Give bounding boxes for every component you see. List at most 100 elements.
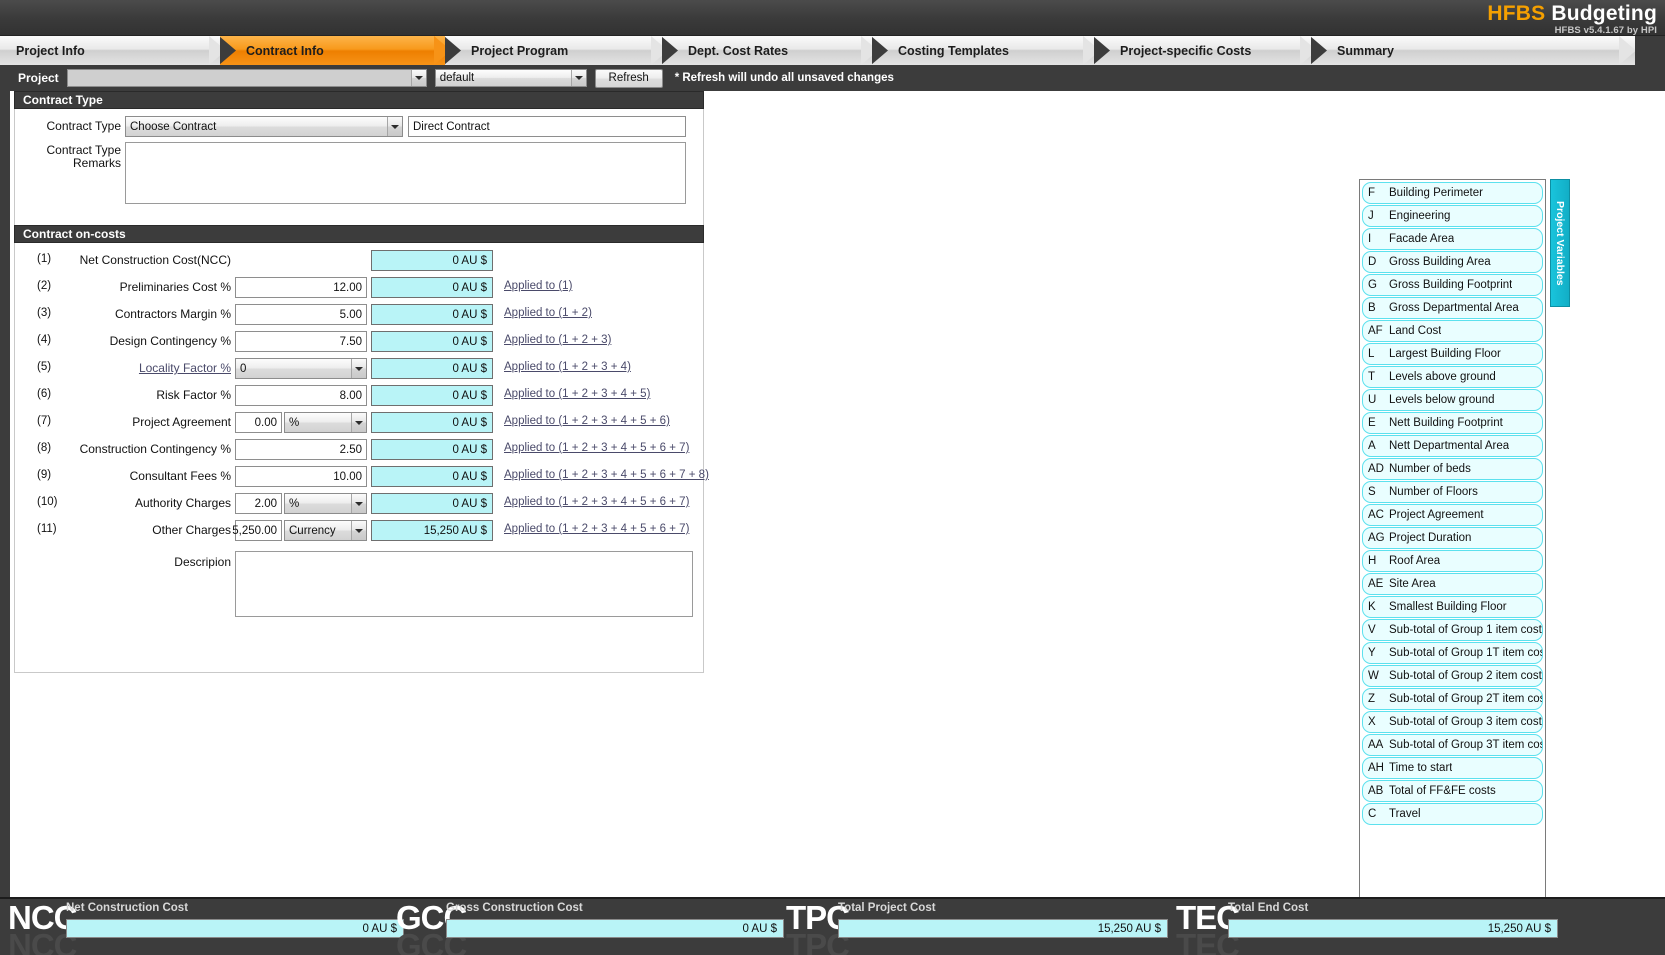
oncost-row-unit-value: Currency bbox=[289, 524, 336, 537]
project-variable-name: Nett Building Footprint bbox=[1389, 417, 1503, 429]
project-select[interactable] bbox=[66, 69, 427, 87]
project-variable-name: Roof Area bbox=[1389, 555, 1441, 567]
project-variable-item[interactable]: G Gross Building Footprint bbox=[1362, 274, 1543, 296]
oncost-row-applied-link[interactable]: Applied to (1 + 2 + 3 + 4 + 5 + 6 + 7) bbox=[504, 523, 689, 535]
project-variable-item[interactable]: AF Land Cost bbox=[1362, 320, 1543, 342]
nav-tab-summary[interactable]: Summary bbox=[1311, 36, 1635, 65]
project-variable-item[interactable]: B Gross Departmental Area bbox=[1362, 297, 1543, 319]
oncost-row-input[interactable]: 0.00 bbox=[235, 412, 282, 433]
oncost-row-input[interactable]: 5,250.00 bbox=[232, 520, 282, 541]
nav-tab-project-info[interactable]: Project Info bbox=[0, 36, 225, 65]
project-variable-item[interactable]: Y Sub-total of Group 1T item costs bbox=[1362, 642, 1543, 664]
project-variable-item[interactable]: W Sub-total of Group 2 item costs bbox=[1362, 665, 1543, 687]
project-variable-item[interactable]: U Levels below ground bbox=[1362, 389, 1543, 411]
project-variable-item[interactable]: D Gross Building Area bbox=[1362, 251, 1543, 273]
oncost-row-applied-link[interactable]: Applied to (1 + 2 + 3 + 4) bbox=[504, 361, 631, 373]
nav-tab-contract-info[interactable]: Contract Info bbox=[220, 36, 450, 65]
contract-type-remarks-input[interactable] bbox=[125, 142, 686, 204]
chevron-right-icon bbox=[1619, 36, 1635, 65]
chevron-down-icon[interactable] bbox=[351, 494, 366, 513]
oncost-row-input[interactable]: 5.00 bbox=[235, 304, 367, 325]
project-variable-item[interactable]: S Number of Floors bbox=[1362, 481, 1543, 503]
contract-type-text[interactable]: Direct Contract bbox=[408, 116, 686, 137]
project-variables-tab-label: Project Variables bbox=[1554, 200, 1566, 286]
project-variable-name: Gross Building Footprint bbox=[1389, 279, 1513, 291]
totals-footer: NCC NCC Net Construction Cost 0 AU $ GCC GCC G… bbox=[0, 897, 1665, 955]
chevron-down-icon[interactable] bbox=[351, 521, 366, 540]
chevron-down-icon[interactable] bbox=[387, 117, 402, 136]
project-variable-item[interactable]: K Smallest Building Floor bbox=[1362, 596, 1543, 618]
total-value: 15,250 AU $ bbox=[1228, 919, 1558, 938]
project-variables-list[interactable]: F Building Perimeter J Engineering I Facade A… bbox=[1359, 179, 1546, 923]
project-variable-item[interactable]: AA Sub-total of Group 3T item costs bbox=[1362, 734, 1543, 756]
oncost-row-applied-link[interactable]: Applied to (1 + 2 + 3 + 4 + 5 + 6 + 7) bbox=[504, 496, 689, 508]
nav-tab-dept-cost-rates[interactable]: Dept. Cost Rates bbox=[662, 36, 877, 65]
project-variable-item[interactable]: V Sub-total of Group 1 item costs bbox=[1362, 619, 1543, 641]
project-variable-name: Sub-total of Group 3 item costs bbox=[1389, 716, 1542, 728]
oncost-row: (10) Authority Charges 2.00% 0 AU $ Applied … bbox=[15, 492, 703, 519]
oncost-row-applied-link[interactable]: Applied to (1 + 2 + 3 + 4 + 5) bbox=[504, 388, 650, 400]
chevron-down-icon[interactable] bbox=[570, 70, 586, 86]
nav-tab-costing-templates[interactable]: Costing Templates bbox=[872, 36, 1099, 65]
oncost-row-unit-select[interactable]: Currency bbox=[284, 520, 367, 541]
oncost-row-select[interactable]: 0 bbox=[235, 358, 367, 379]
project-variable-item[interactable]: H Roof Area bbox=[1362, 550, 1543, 572]
oncost-row-label: Consultant Fees % bbox=[129, 469, 231, 483]
oncost-row-input[interactable]: 7.50 bbox=[235, 331, 367, 352]
project-variable-name: Levels below ground bbox=[1389, 394, 1495, 406]
oncost-row-applied-link[interactable]: Applied to (1 + 2) bbox=[504, 307, 592, 319]
total-gcc: GCC GCC Gross Construction Cost 0 AU $ bbox=[396, 899, 794, 955]
nav-tab-project-program[interactable]: Project Program bbox=[445, 36, 667, 65]
contract-type-select[interactable]: Choose Contract bbox=[125, 116, 403, 137]
chevron-down-icon[interactable] bbox=[351, 413, 366, 432]
oncost-row-applied-link[interactable]: Applied to (1 + 2 + 3) bbox=[504, 334, 611, 346]
project-variable-item[interactable]: AC Project Agreement bbox=[1362, 504, 1543, 526]
oncost-row-label[interactable]: Locality Factor % bbox=[75, 361, 231, 375]
chevron-down-icon[interactable] bbox=[351, 359, 366, 378]
chevron-down-icon[interactable] bbox=[410, 70, 426, 86]
project-variable-item[interactable]: Z Sub-total of Group 2T item costs bbox=[1362, 688, 1543, 710]
oncost-row-input[interactable]: 2.50 bbox=[235, 439, 367, 460]
oncost-row-unit-select[interactable]: % bbox=[284, 493, 367, 514]
refresh-button[interactable]: Refresh bbox=[594, 68, 663, 88]
description-input[interactable] bbox=[235, 551, 693, 617]
template-select[interactable]: default bbox=[434, 69, 587, 87]
nav-tab-project-specific-costs[interactable]: Project-specific Costs bbox=[1094, 36, 1316, 65]
oncost-row-input[interactable]: 10.00 bbox=[235, 466, 367, 487]
project-variable-item[interactable]: AH Time to start bbox=[1362, 757, 1543, 779]
project-variable-item[interactable]: T Levels above ground bbox=[1362, 366, 1543, 388]
oncost-row-applied-link[interactable]: Applied to (1) bbox=[504, 280, 572, 292]
project-variable-item[interactable]: AG Project Duration bbox=[1362, 527, 1543, 549]
project-variable-item[interactable]: A Nett Departmental Area bbox=[1362, 435, 1543, 457]
oncost-row-applied-link[interactable]: Applied to (1 + 2 + 3 + 4 + 5 + 6 + 7 + … bbox=[504, 469, 709, 481]
total-ncc: NCC NCC Net Construction Cost 0 AU $ bbox=[8, 899, 414, 955]
oncost-row-label: Net Construction Cost(NCC) bbox=[79, 253, 231, 267]
oncost-row-number: (7) bbox=[37, 415, 52, 427]
project-variable-name: Sub-total of Group 1T item costs bbox=[1389, 647, 1542, 659]
project-variable-item[interactable]: L Largest Building Floor bbox=[1362, 343, 1543, 365]
oncost-row-applied-link[interactable]: Applied to (1 + 2 + 3 + 4 + 5 + 6) bbox=[504, 415, 670, 427]
project-variable-item[interactable]: AB Total of FF&FE costs bbox=[1362, 780, 1543, 802]
oncost-row-amount: 0 AU $ bbox=[371, 493, 493, 514]
contract-oncosts-section: Contract on-costs (1) Net Construction Co… bbox=[14, 225, 709, 673]
oncost-row-amount: 0 AU $ bbox=[371, 412, 493, 433]
project-variables-tab[interactable]: Project Variables bbox=[1550, 179, 1570, 307]
oncost-row-applied-link[interactable]: Applied to (1 + 2 + 3 + 4 + 5 + 6 + 7) bbox=[504, 442, 689, 454]
nav-tab-label: Project-specific Costs bbox=[1120, 43, 1252, 58]
project-variable-name: Sub-total of Group 2 item costs bbox=[1389, 670, 1542, 682]
oncost-row-input[interactable]: 2.00 bbox=[235, 493, 282, 514]
project-variable-item[interactable]: X Sub-total of Group 3 item costs bbox=[1362, 711, 1543, 733]
project-variable-item[interactable]: I Facade Area bbox=[1362, 228, 1543, 250]
project-variable-item[interactable]: F Building Perimeter bbox=[1362, 182, 1543, 204]
project-variable-item[interactable]: C Travel bbox=[1362, 803, 1543, 825]
oncost-row-input[interactable]: 8.00 bbox=[235, 385, 367, 406]
project-variable-item[interactable]: J Engineering bbox=[1362, 205, 1543, 227]
oncost-row-unit-select[interactable]: % bbox=[284, 412, 367, 433]
project-variable-item[interactable]: E Nett Building Footprint bbox=[1362, 412, 1543, 434]
oncost-row-input[interactable]: 12.00 bbox=[235, 277, 367, 298]
project-variable-code: S bbox=[1368, 486, 1376, 498]
contract-type-label: Contract Type bbox=[46, 119, 121, 133]
nav-notch-icon bbox=[662, 36, 678, 65]
project-variable-item[interactable]: AE Site Area bbox=[1362, 573, 1543, 595]
project-variable-item[interactable]: AD Number of beds bbox=[1362, 458, 1543, 480]
